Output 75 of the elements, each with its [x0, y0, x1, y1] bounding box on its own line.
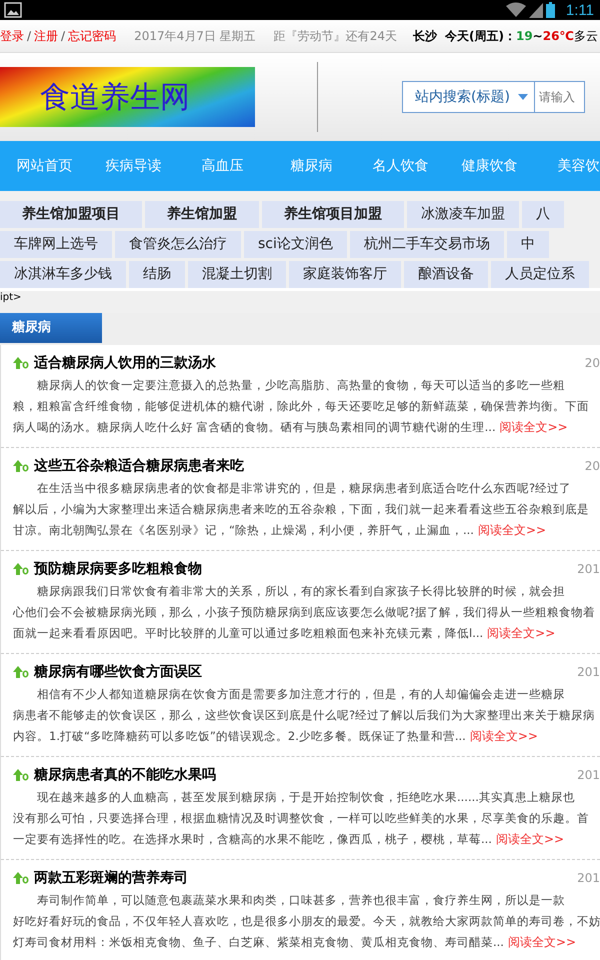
summary-line: 病人喝的汤水。糖尿病人吃什么好 富含硒的食物。硒有与胰岛素相同的调节糖代谢的生理...: [13, 419, 496, 436]
keyword-link[interactable]: 冰淇淋车多少钱: [0, 261, 126, 288]
keyword-link[interactable]: 车牌网上选号: [0, 231, 112, 258]
article-date: 20: [584, 459, 600, 473]
keyword-link[interactable]: 混凝土切割: [188, 261, 286, 288]
clock: 1:11: [566, 2, 594, 18]
battery-icon: [546, 2, 555, 18]
article-date: 201: [577, 562, 600, 576]
search-scope-dropdown[interactable]: 站内搜索(标题): [402, 81, 535, 113]
stray-text: ipt>: [0, 291, 600, 313]
separator: /: [61, 29, 66, 43]
summary-line: 解以后，小编为大家整理出来适合糖尿病患者来吃的五谷杂粮，下面，我们就一起来看看这些五谷杂粮到底是: [13, 501, 590, 518]
summary-line: 灯寿司食材用料：米饭相克食物、鱼子、白芝麻、紫菜相克食物、黄瓜相克食物、寿司醋菜...: [13, 934, 504, 951]
article-title[interactable]: 两款五彩斑斓的营养寿司: [34, 869, 188, 887]
article-date: 201: [577, 871, 600, 885]
site-logo[interactable]: 食道养生网: [0, 67, 255, 127]
read-more-link[interactable]: 阅读全文>>: [478, 520, 546, 541]
date-text: 2017年4月7日 星期五: [134, 28, 256, 44]
wifi-icon: [506, 2, 526, 18]
read-more-link[interactable]: 阅读全文>>: [470, 726, 538, 747]
keyword-link[interactable]: 冰激凌车加盟: [407, 201, 519, 228]
article-title[interactable]: 糖尿病患者真的不能吃水果吗: [34, 766, 216, 784]
summary-line: 在生活当中很多糖尿病患者的饮食都是非常讲究的，但是，糖尿病患者到底适合吃什么东西呢?经过了: [36, 480, 572, 497]
article-date: 201: [577, 768, 600, 782]
summary-line: 内容。1.打破“多吃降糖药可以多吃饭”的错误观念。2.少吃多餐。既保证了热量和营...: [13, 728, 466, 745]
keyword-link[interactable]: 结肠: [129, 261, 185, 288]
read-more-link[interactable]: 阅读全文>>: [496, 829, 564, 850]
summary-line: 相信有不少人都知道糖尿病在饮食方面是需要多加注意才行的，但是，有的人却偏偏会走进一些糖尿: [36, 686, 566, 703]
signal-icon: [528, 2, 543, 18]
range-separator: ~: [532, 29, 543, 43]
weather-condition: 多云: [574, 28, 598, 44]
summary-line: 甘凉。南北朝陶弘景在《名医别录》记，“除热，止燥渴，利小便，养肝气，止漏血，...: [13, 522, 474, 539]
keyword-link[interactable]: 养生馆加盟项目: [0, 201, 142, 228]
weather-day: 今天(周五)：: [445, 28, 516, 44]
separator: /: [27, 29, 32, 43]
summary-line: 糖尿病人的饮食一定要注意摄入的总热量，少吃高脂肪、高热量的食物，每天可以适当的多吃一些粗: [36, 377, 566, 394]
summary-line: 面就一起来看看原因吧。平时比较胖的儿童可以通过多吃粗粮面包来补充镁元素，降低l...: [13, 625, 484, 642]
keyword-link[interactable]: 杭州二手车交易市场: [350, 231, 504, 258]
keyword-link[interactable]: 八: [522, 201, 564, 228]
keyword-link[interactable]: 酿酒设备: [404, 261, 488, 288]
article-date: 20: [584, 356, 600, 370]
read-more-link[interactable]: 阅读全文>>: [500, 417, 568, 438]
picture-icon: [4, 2, 22, 18]
read-more-link[interactable]: 阅读全文>>: [487, 623, 556, 644]
countdown-text: 距『劳动节』还有24天: [274, 28, 397, 44]
keyword-link[interactable]: sci论文润色: [244, 231, 347, 258]
search-field[interactable]: 请输入: [534, 81, 585, 113]
read-more-link[interactable]: 阅读全文>>: [508, 932, 576, 953]
summary-line: 糖尿病跟我们日常饮食有着非常大的关系，所以，有的家长看到自家孩子长得比较胖的时候，就会担: [36, 583, 566, 600]
summary-line: 一定要有选择性的吃。在选择水果时，含糖高的水果不能吃，像西瓜，桃子，樱桃，草莓...: [13, 831, 492, 848]
caret-icon: [518, 94, 528, 100]
keyword-link[interactable]: 养生馆项目加盟: [262, 201, 404, 228]
keyword-link[interactable]: 家庭装饰客厅: [289, 261, 401, 288]
summary-line: 没有那么可怕，只要选择合理，根据血糖情况及时调整饮食，一样可以吃些鲜美的水果，尽享美食的乐趣。首: [13, 810, 590, 827]
city-name: 长沙: [413, 28, 437, 44]
summary-line: 心他们会不会被糖尿病光顾，那么，小孩子预防糖尿病到底应该要怎么做呢?据了解，我们得从一些粗粮食物着: [13, 604, 596, 621]
section-tab[interactable]: 糖尿病: [0, 313, 102, 343]
keyword-link[interactable]: 养生馆加盟: [145, 201, 259, 228]
keyword-link[interactable]: 人员定位系: [491, 261, 589, 288]
article-date: 201: [577, 665, 600, 679]
account-link[interactable]: 登录: [0, 28, 24, 44]
article-title[interactable]: 这些五谷杂粮适合糖尿病患者来吃: [34, 457, 244, 475]
summary-line: 粮，粗粮富含纤维食物，能够促进机体的糖代谢，除此外，每天还要吃足够的新鲜蔬菜，确保营养均衡。下面: [13, 398, 590, 415]
summary-line: 现在越来越多的人血糖高，甚至发展到糖尿病，于是开始控制饮食，拒绝吃水果......其实真患上糖尿也: [36, 789, 576, 806]
account-link[interactable]: 注册: [34, 28, 58, 44]
high-temperature: 26℃: [542, 29, 574, 43]
summary-line: 病患者不能够走的饮食误区，那么，这些饮食误区到底是什么呢?经过了解以后我们为大家整理出来关于糖尿病: [13, 707, 596, 724]
summary-line: 寿司制作简单，可以随意包裹蔬菜水果和肉类，口味甚多，营养也很丰富，食疗养生网，所以是一款: [36, 892, 566, 909]
article-title[interactable]: 预防糖尿病要多吃粗粮食物: [34, 560, 202, 578]
keyword-link[interactable]: 食管炎怎么治疗: [115, 231, 241, 258]
account-link[interactable]: 忘记密码: [68, 28, 116, 44]
article-title[interactable]: 糖尿病有哪些饮食方面误区: [34, 663, 202, 681]
article-title[interactable]: 适合糖尿病人饮用的三款汤水: [34, 354, 216, 372]
low-temperature: 19: [516, 29, 533, 43]
keyword-link[interactable]: 中: [506, 231, 549, 258]
